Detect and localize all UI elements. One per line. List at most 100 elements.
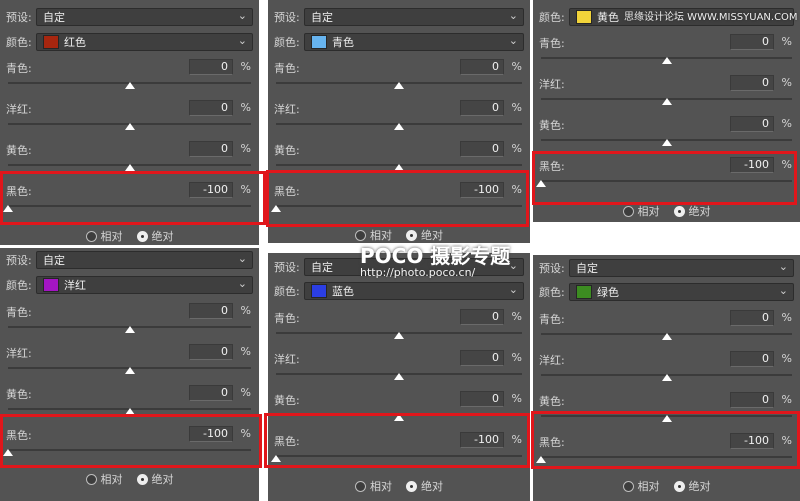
slider-knob[interactable] xyxy=(661,57,672,64)
value-input[interactable]: 0 xyxy=(460,391,504,407)
slider-knob[interactable] xyxy=(661,98,672,105)
radio-relative[interactable]: 相对 xyxy=(85,471,123,487)
value-input[interactable]: 0 xyxy=(460,59,504,75)
radio-absolute[interactable]: 绝对 xyxy=(406,478,443,494)
radio-on-icon xyxy=(673,205,685,217)
slider-cyan: 青色: 0% xyxy=(274,59,524,96)
slider-knob[interactable] xyxy=(124,82,135,89)
color-select[interactable]: 洋红 ⌄ xyxy=(36,276,253,294)
color-row: 颜色: 青色 ⌄ xyxy=(274,32,524,52)
preset-select[interactable]: 自定 ⌄ xyxy=(569,259,794,277)
slider-cyan: 青色: 0% xyxy=(274,309,524,346)
chevron-down-icon: ⌄ xyxy=(778,260,788,273)
radio-relative[interactable]: 相对 xyxy=(622,478,660,494)
radio-off-icon xyxy=(622,205,634,217)
color-label: 颜色: xyxy=(539,286,565,299)
slider-knob[interactable] xyxy=(394,123,404,130)
radio-on-icon xyxy=(406,229,417,241)
value-input[interactable]: 0 xyxy=(189,59,233,75)
color-swatch xyxy=(311,284,327,298)
radio-absolute[interactable]: 绝对 xyxy=(136,471,174,487)
color-row: 颜色: 红色 ⌄ xyxy=(6,32,253,52)
color-label: 颜色: xyxy=(274,285,300,298)
radio-absolute[interactable]: 绝对 xyxy=(673,478,711,494)
radio-absolute[interactable]: 绝对 xyxy=(136,228,174,244)
slider-knob[interactable] xyxy=(124,326,135,333)
color-select[interactable]: 青色 ⌄ xyxy=(304,33,524,51)
value-input[interactable]: 0 xyxy=(460,350,504,366)
value-input[interactable]: 0 xyxy=(460,100,504,116)
color-label: 颜色: xyxy=(539,11,565,24)
value-input[interactable]: 0 xyxy=(189,100,233,116)
method-radios: 相对 绝对 xyxy=(533,478,800,494)
preset-select[interactable]: 自定 ⌄ xyxy=(304,8,524,26)
preset-row: 预设: 自定 ⌄ xyxy=(274,7,524,27)
slider-knob[interactable] xyxy=(124,367,135,374)
slider-cyan: 青色: 0% xyxy=(539,310,794,347)
value-input[interactable]: 0 xyxy=(460,141,504,157)
slider-magenta: 洋红: 0% xyxy=(6,100,253,137)
poco-url-watermark: http://photo.poco.cn/ xyxy=(360,266,476,279)
preset-select[interactable]: 自定 ⌄ xyxy=(36,8,253,26)
chevron-down-icon: ⌄ xyxy=(237,34,247,47)
color-swatch xyxy=(576,10,592,24)
color-row: 颜色: 绿色 ⌄ xyxy=(539,282,794,302)
radio-on-icon xyxy=(673,480,685,492)
color-label: 颜色: xyxy=(6,279,32,292)
value-input[interactable]: 0 xyxy=(730,351,774,367)
color-swatch xyxy=(311,35,327,49)
slider-cyan: 青色: 0% xyxy=(539,34,794,71)
method-radios: 相对 绝对 xyxy=(0,228,259,244)
radio-absolute[interactable]: 绝对 xyxy=(673,203,711,219)
radio-on-icon xyxy=(136,473,148,485)
method-radios: 相对 绝对 xyxy=(0,471,259,487)
preset-label: 预设: xyxy=(6,11,32,24)
slider-yellow: 黄色: 0% xyxy=(539,116,794,153)
value-input[interactable]: 0 xyxy=(189,344,233,360)
color-select[interactable]: 蓝色 ⌄ xyxy=(304,282,524,300)
value-input[interactable]: 0 xyxy=(730,34,774,50)
radio-relative[interactable]: 相对 xyxy=(355,478,392,494)
preset-select[interactable]: 自定 ⌄ xyxy=(36,251,253,269)
slider-knob[interactable] xyxy=(394,82,404,89)
preset-row: 预设: 自定 ⌄ xyxy=(6,7,253,27)
value-input[interactable]: 0 xyxy=(189,385,233,401)
value-input[interactable]: 0 xyxy=(730,310,774,326)
site-watermark: 思缘设计论坛 WWW.MISSYUAN.COM xyxy=(624,12,798,23)
slider-knob[interactable] xyxy=(124,164,135,171)
color-select[interactable]: 红色 ⌄ xyxy=(36,33,253,51)
radio-off-icon xyxy=(355,480,366,492)
color-select[interactable]: 绿色 ⌄ xyxy=(569,283,794,301)
value-input[interactable]: 0 xyxy=(189,141,233,157)
value-input[interactable]: 0 xyxy=(730,392,774,408)
highlight-box xyxy=(266,170,529,227)
preset-row: 预设: 自定 ⌄ xyxy=(539,258,794,278)
poco-watermark: POCO 摄影专题 xyxy=(360,244,511,268)
radio-on-icon xyxy=(136,230,148,242)
slider-knob[interactable] xyxy=(394,373,404,380)
slider-knob[interactable] xyxy=(661,374,672,381)
slider-cyan: 青色: 0% xyxy=(6,59,253,96)
highlight-box xyxy=(0,414,262,468)
radio-off-icon xyxy=(355,229,366,241)
slider-knob[interactable] xyxy=(661,139,672,146)
slider-magenta: 洋红: 0% xyxy=(539,75,794,112)
slider-magenta: 洋红: 0% xyxy=(274,100,524,137)
slider-knob[interactable] xyxy=(661,333,672,340)
value-input[interactable]: 0 xyxy=(189,303,233,319)
slider-magenta: 洋红: 0% xyxy=(274,350,524,387)
preset-row: 预设: 自定 ⌄ xyxy=(6,250,253,270)
value-input[interactable]: 0 xyxy=(730,116,774,132)
highlight-box xyxy=(264,413,530,468)
value-input[interactable]: 0 xyxy=(730,75,774,91)
radio-off-icon xyxy=(85,230,97,242)
preset-label: 预设: xyxy=(274,11,300,24)
chevron-down-icon: ⌄ xyxy=(508,283,518,296)
slider-knob[interactable] xyxy=(124,123,135,130)
radio-relative[interactable]: 相对 xyxy=(85,228,123,244)
radio-relative[interactable]: 相对 xyxy=(622,203,660,219)
highlight-box xyxy=(531,411,800,469)
value-input[interactable]: 0 xyxy=(460,309,504,325)
method-radios: 相对 绝对 xyxy=(268,478,530,494)
slider-knob[interactable] xyxy=(394,332,404,339)
